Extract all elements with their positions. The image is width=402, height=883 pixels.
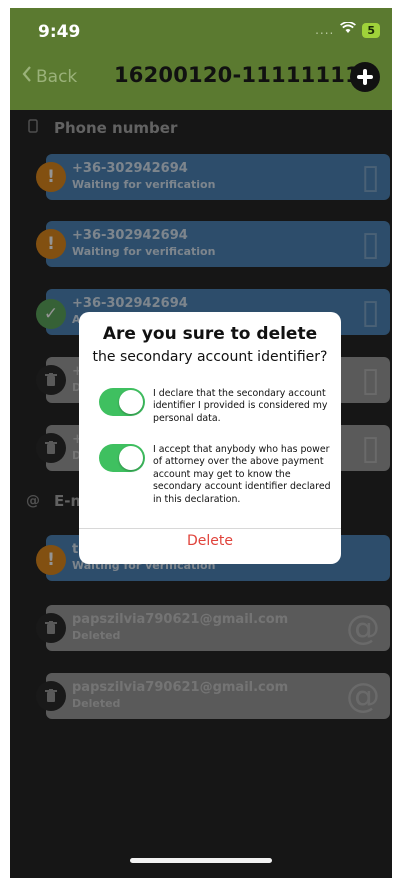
page-title: 16200120-11111111 [114, 63, 360, 87]
chevron-left-icon [22, 66, 32, 87]
back-label: Back [36, 66, 78, 87]
signal-icon: .... [315, 23, 335, 37]
add-button[interactable] [350, 62, 380, 92]
dialog-title: Are you sure to delete [102, 324, 318, 344]
status-icons: .... 5 [315, 21, 380, 38]
consent-option-2: I accept that anybody who has power of a… [99, 444, 335, 506]
consent-toggle-1[interactable] [99, 388, 145, 416]
delete-button[interactable]: Delete [79, 533, 341, 549]
header-bar: 9:49 .... 5 Back 16200120-11111111 [10, 8, 392, 110]
consent-text-1: I declare that the secondary account ide… [153, 388, 328, 424]
dialog-divider [79, 528, 341, 529]
delete-confirm-dialog: Are you sure to delete the secondary acc… [79, 312, 341, 564]
battery-icon: 5 [362, 22, 380, 38]
home-indicator[interactable] [130, 858, 272, 863]
consent-toggle-2[interactable] [99, 444, 145, 472]
consent-text-2: I accept that anybody who has power of a… [153, 444, 331, 505]
back-button[interactable]: Back [22, 66, 77, 87]
status-time: 9:49 [38, 22, 81, 42]
dialog-subtitle: the secondary account identifier? [92, 349, 328, 365]
consent-option-1: I declare that the secondary account ide… [99, 388, 335, 425]
wifi-icon [340, 21, 357, 38]
